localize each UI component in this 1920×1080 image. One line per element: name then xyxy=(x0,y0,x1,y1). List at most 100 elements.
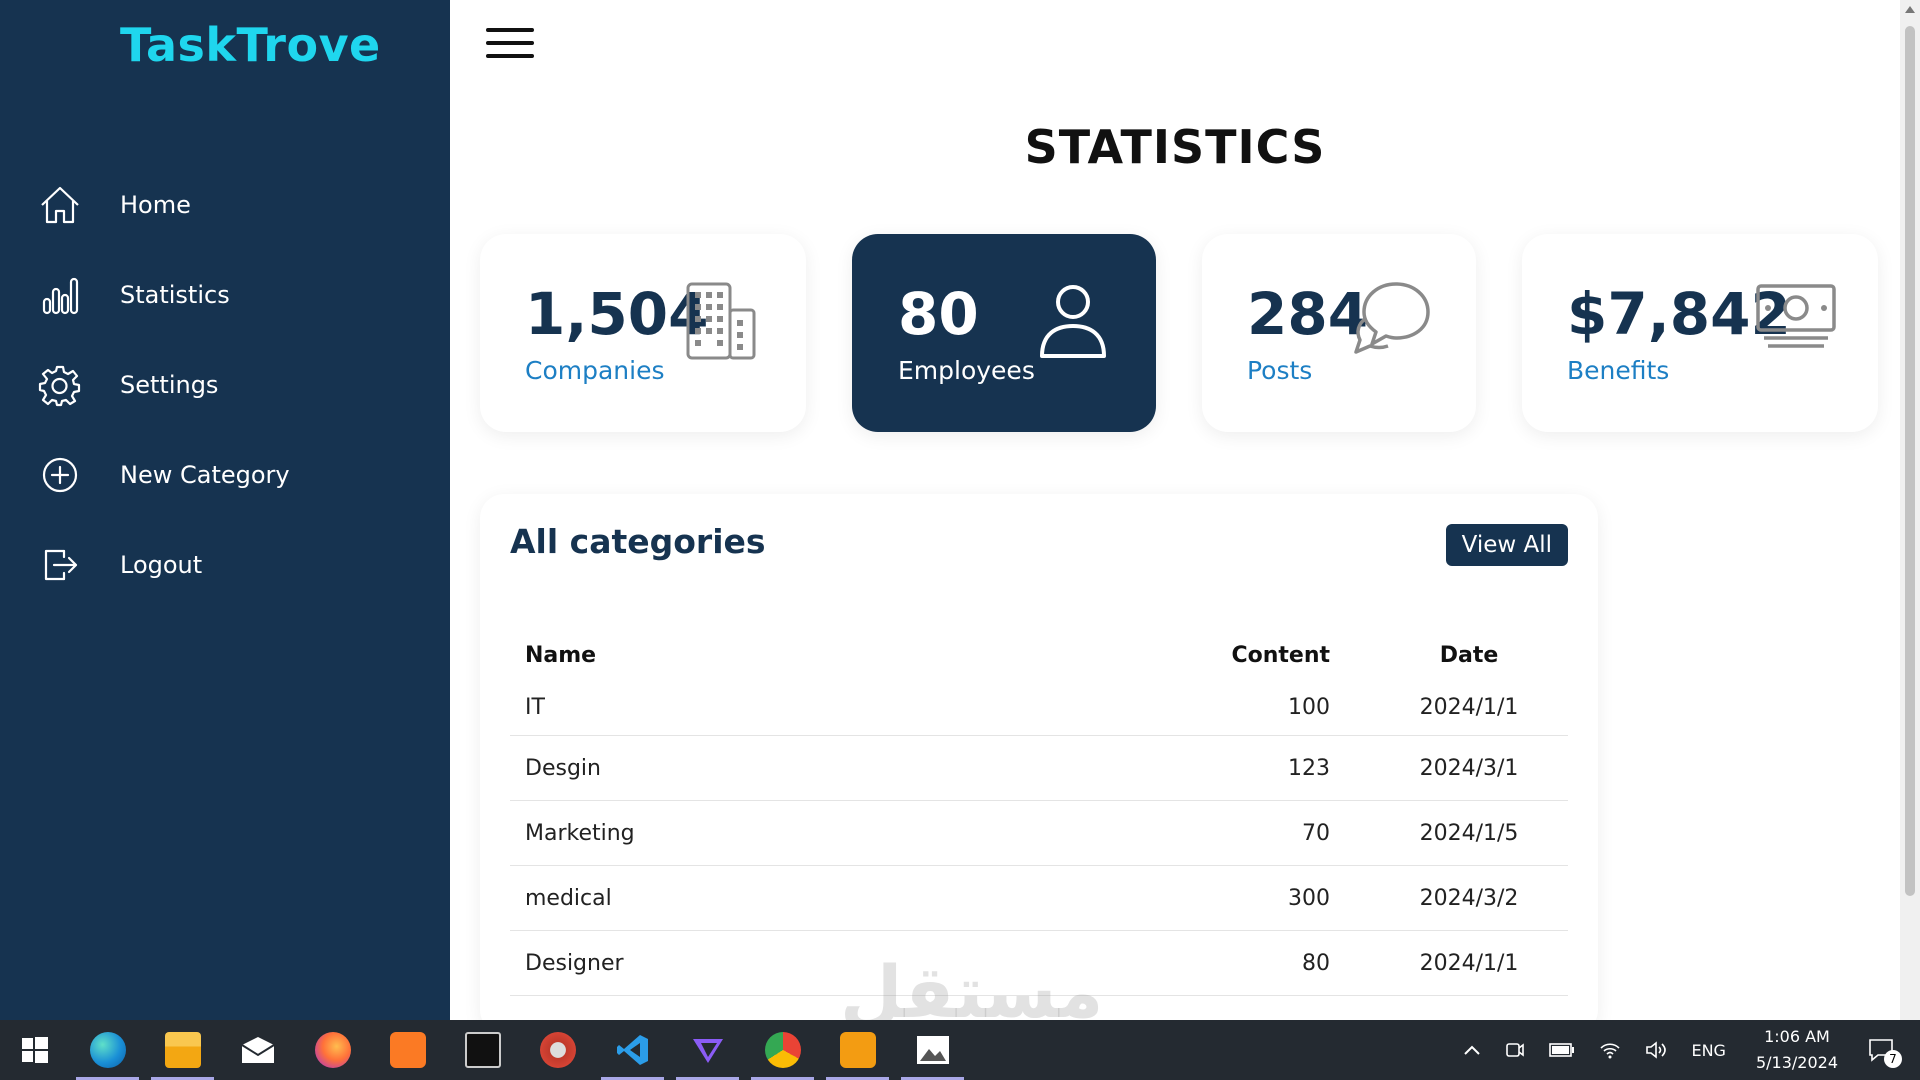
taskbar-app-vscode[interactable] xyxy=(595,1020,670,1080)
chat-icon xyxy=(1354,282,1430,354)
table-row[interactable]: Designer 80 2024/1/1 xyxy=(510,931,1568,996)
scroll-up-arrow-icon[interactable] xyxy=(1905,6,1915,13)
table-row[interactable]: Desgin 123 2024/3/1 xyxy=(510,736,1568,801)
column-header-date[interactable]: Date xyxy=(1330,643,1568,668)
taskbar-app-terminal[interactable] xyxy=(445,1020,520,1080)
meet-icon[interactable] xyxy=(1505,1040,1525,1060)
brand-logo[interactable]: TaskTrove xyxy=(120,18,381,72)
cell-date: 2024/1/5 xyxy=(1419,820,1519,846)
stat-label: Employees xyxy=(898,356,1035,385)
xampp-icon xyxy=(389,1032,426,1068)
cell-name: IT xyxy=(525,695,545,720)
wifi-icon[interactable] xyxy=(1599,1041,1621,1059)
cell-content: 123 xyxy=(1288,755,1330,781)
sidebar-item-statistics[interactable]: Statistics xyxy=(0,250,450,340)
photos-icon xyxy=(916,1036,949,1064)
logout-icon xyxy=(38,543,82,587)
column-header-content[interactable]: Content xyxy=(1210,643,1330,668)
taskbar-app-xampp[interactable] xyxy=(370,1020,445,1080)
sidebar: TaskTrove Home Statistics Settings New C… xyxy=(0,0,450,1020)
taskbar: ENG 1:06 AM 5/13/2024 7 xyxy=(0,1020,1920,1080)
taskbar-app-chrome[interactable] xyxy=(745,1020,820,1080)
taskbar-app-firefox[interactable] xyxy=(295,1020,370,1080)
chevron-up-icon[interactable] xyxy=(1463,1044,1481,1056)
table-row[interactable]: Marketing 70 2024/1/5 xyxy=(510,801,1568,866)
plus-circle-icon xyxy=(38,453,82,497)
windows-start-icon[interactable] xyxy=(0,1020,70,1080)
cell-content: 100 xyxy=(1288,695,1330,720)
owl-icon xyxy=(539,1032,576,1068)
cell-name: Designer xyxy=(525,950,624,976)
table-header: Name Content Date xyxy=(510,630,1568,680)
edge-icon xyxy=(89,1032,126,1068)
hamburger-menu-icon[interactable] xyxy=(486,28,534,64)
language-indicator[interactable]: ENG xyxy=(1691,1041,1725,1060)
sidebar-item-label: Home xyxy=(120,191,191,219)
notifications-icon[interactable]: 7 xyxy=(1868,1038,1902,1068)
stat-card-benefits[interactable]: $7,842 Benefits xyxy=(1522,234,1878,432)
system-tray: ENG 1:06 AM 5/13/2024 7 xyxy=(1451,1020,1920,1080)
taskbar-app-edge[interactable] xyxy=(70,1020,145,1080)
vscode-icon xyxy=(616,1035,648,1065)
scroll-thumb[interactable] xyxy=(1905,26,1915,896)
bar-chart-icon xyxy=(38,273,82,317)
clock[interactable]: 1:06 AM 5/13/2024 xyxy=(1756,1024,1838,1076)
cell-date: 2024/1/1 xyxy=(1419,950,1519,976)
cell-name: Marketing xyxy=(525,820,635,846)
panel-title: All categories xyxy=(510,522,766,561)
stat-card-companies[interactable]: 1,504 Companies xyxy=(480,234,806,432)
sidebar-nav: Home Statistics Settings New Category Lo… xyxy=(0,160,450,610)
taskbar-app-mail[interactable] xyxy=(220,1020,295,1080)
sidebar-item-label: Settings xyxy=(120,371,219,399)
main-content: STATISTICS 1,504 Companies 80 Employees xyxy=(450,0,1900,1034)
clock-date: 5/13/2024 xyxy=(1755,1053,1838,1072)
sidebar-item-settings[interactable]: Settings xyxy=(0,340,450,430)
sidebar-item-home[interactable]: Home xyxy=(0,160,450,250)
cell-name: Desgin xyxy=(525,755,601,781)
taskbar-app-pdf[interactable] xyxy=(820,1020,895,1080)
stat-label: Companies xyxy=(525,356,665,385)
sidebar-item-label: Statistics xyxy=(120,281,230,309)
home-icon xyxy=(38,183,82,227)
taskbar-app-proton[interactable] xyxy=(670,1020,745,1080)
folder-icon xyxy=(164,1032,201,1068)
cell-content: 300 xyxy=(1288,885,1330,911)
pdf-icon xyxy=(839,1032,876,1068)
column-header-name[interactable]: Name xyxy=(510,643,1210,668)
chrome-icon xyxy=(764,1032,801,1068)
taskbar-app-owl[interactable] xyxy=(520,1020,595,1080)
taskbar-app-file-explorer[interactable] xyxy=(145,1020,220,1080)
stat-card-posts[interactable]: 284 Posts xyxy=(1202,234,1476,432)
taskbar-app-photos[interactable] xyxy=(895,1020,970,1080)
sidebar-item-label: Logout xyxy=(120,551,203,579)
table-row[interactable]: IT 100 2024/1/1 xyxy=(510,680,1568,736)
user-icon xyxy=(1040,285,1106,358)
stat-label: Benefits xyxy=(1567,356,1670,385)
terminal-icon xyxy=(464,1032,501,1068)
stat-value: 80 xyxy=(898,280,979,348)
cell-name: medical xyxy=(525,885,612,911)
firefox-icon xyxy=(314,1032,351,1068)
notification-count: 7 xyxy=(1884,1050,1902,1068)
sidebar-item-label: New Category xyxy=(120,461,290,489)
stat-card-employees[interactable]: 80 Employees xyxy=(852,234,1156,432)
page-scrollbar[interactable] xyxy=(1900,0,1920,1020)
cell-content: 70 xyxy=(1302,820,1330,846)
cell-date: 2024/3/2 xyxy=(1419,885,1519,911)
cell-content: 80 xyxy=(1302,950,1330,976)
gear-icon xyxy=(38,363,82,407)
sidebar-item-logout[interactable]: Logout xyxy=(0,520,450,610)
table-row[interactable]: medical 300 2024/3/2 xyxy=(510,866,1568,931)
stat-value: 284 xyxy=(1247,280,1369,348)
clock-time: 1:06 AM xyxy=(1764,1027,1830,1046)
battery-icon[interactable] xyxy=(1549,1043,1575,1057)
cell-date: 2024/1/1 xyxy=(1419,695,1519,720)
vpn-icon xyxy=(692,1039,723,1063)
categories-panel: All categories View All Name Content Dat… xyxy=(480,494,1598,1034)
sidebar-item-new-category[interactable]: New Category xyxy=(0,430,450,520)
categories-table: Name Content Date IT 100 2024/1/1 Desgin… xyxy=(510,630,1568,996)
view-all-button[interactable]: View All xyxy=(1445,524,1568,566)
volume-icon[interactable] xyxy=(1645,1041,1667,1059)
page-title: STATISTICS xyxy=(1024,120,1326,174)
mail-icon xyxy=(240,1037,275,1063)
